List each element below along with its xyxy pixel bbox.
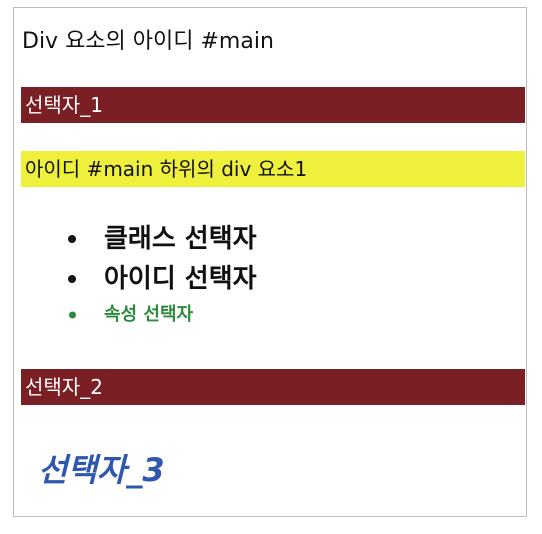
selector-1-label: 선택자_1 xyxy=(25,93,103,117)
list-item-id-selector: 아이디 선택자 xyxy=(64,259,257,299)
selector-2-bar: 선택자_2 xyxy=(21,369,525,405)
list-item-label: 아이디 선택자 xyxy=(104,264,257,294)
selector-3-heading: 선택자_3 xyxy=(38,451,165,489)
selector-1-bar: 선택자_1 xyxy=(21,87,525,123)
selector-list: 클래스 선택자 아이디 선택자 속성 선택자 xyxy=(64,219,257,330)
bullet-icon xyxy=(68,275,76,283)
descendant-label: 아이디 #main 하위의 div 요소1 xyxy=(25,157,308,181)
bullet-icon xyxy=(68,235,76,243)
bullet-icon xyxy=(69,311,76,319)
selector-2-label: 선택자_2 xyxy=(25,375,103,399)
main-id-label: Div 요소의 아이디 #main xyxy=(22,29,274,54)
descendant-div-highlight: 아이디 #main 하위의 div 요소1 xyxy=(21,151,525,187)
list-item-label: 클래스 선택자 xyxy=(104,224,257,254)
list-item-class-selector: 클래스 선택자 xyxy=(64,219,257,259)
list-item-label: 속성 선택자 xyxy=(104,304,194,325)
list-item-attribute-selector: 속성 선택자 xyxy=(64,300,257,330)
